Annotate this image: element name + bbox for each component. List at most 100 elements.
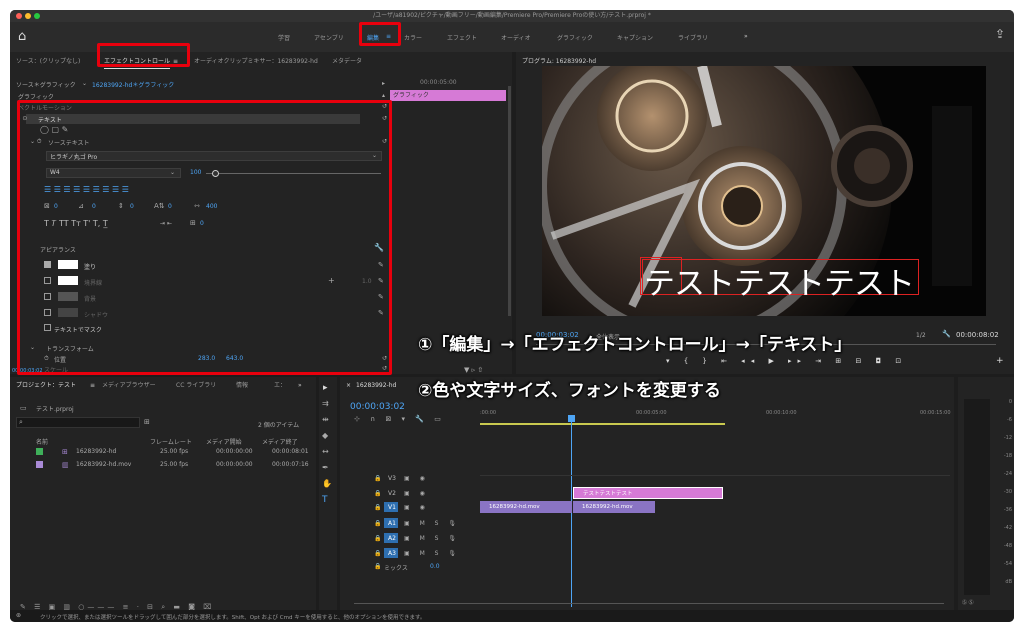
v3-eye-icon[interactable]: ▣ ◉ xyxy=(404,475,429,482)
workspace-audio[interactable]: オーディオ xyxy=(501,33,531,42)
zoom-window-icon[interactable] xyxy=(34,13,40,19)
label-color-swatch[interactable] xyxy=(36,448,43,455)
playhead-handle[interactable] xyxy=(568,415,575,422)
meter-tick-label: -24 xyxy=(1003,471,1012,477)
razor-tool-icon[interactable]: ◆ xyxy=(322,431,328,440)
label-color-swatch[interactable] xyxy=(36,461,43,468)
track-v3[interactable]: V3 xyxy=(388,475,396,482)
track-v1[interactable]: V1 xyxy=(388,504,396,511)
slip-tool-icon[interactable]: ↔ xyxy=(322,447,329,456)
timeline-close-icon[interactable]: × xyxy=(346,379,351,393)
selection-tool-icon[interactable]: ▸ xyxy=(323,383,328,393)
project-item-name[interactable]: 16283992-hd.mov xyxy=(76,461,131,468)
a2-controls[interactable]: ▣ M S 🎙 xyxy=(404,535,460,542)
col-media-end[interactable]: メディア終了 xyxy=(262,437,298,446)
project-search-input[interactable] xyxy=(16,417,140,428)
search-icon: ⌕ xyxy=(19,418,23,426)
workspace-color[interactable]: カラー xyxy=(404,33,422,42)
timeline-tab[interactable]: 16283992-hd xyxy=(356,379,396,393)
v2-eye-icon[interactable]: ▣ ◉ xyxy=(404,490,429,497)
workspace-graphics[interactable]: グラフィック xyxy=(557,33,593,42)
track-a1[interactable]: A1 xyxy=(388,520,396,527)
project-item-name[interactable]: 16283992-hd xyxy=(76,448,116,455)
hand-tool-icon[interactable]: ✋ xyxy=(322,479,332,488)
type-tool-icon[interactable]: T xyxy=(322,495,328,505)
col-framerate[interactable]: フレームレート xyxy=(150,437,192,446)
source-tab[interactable]: ソース：(クリップなし) xyxy=(16,55,80,69)
transport-controls[interactable]: ▾ { } ⇤ ◂◂ ▶ ▸▸ ⇥ ⊞ ⊟ ◘ ⊡ xyxy=(666,357,907,365)
cc-libraries-tab[interactable]: CC ライブラリ xyxy=(176,379,216,393)
source-path[interactable]: ソース＊グラフィック xyxy=(16,80,76,89)
v1-lock-icon[interactable]: 🔒 xyxy=(374,504,381,511)
audio-mixer-tab[interactable]: オーディオクリップミキサー：16283992-hd xyxy=(194,55,318,69)
effects-tab[interactable]: エ： xyxy=(274,379,286,393)
settings-wrench-icon[interactable]: 🔧 xyxy=(942,330,951,338)
annotation-step-2: ②色や文字サイズ、フォントを変更する xyxy=(418,381,721,401)
video-caption-text[interactable]: テストテストテスト xyxy=(644,258,915,303)
graphic-clip-bar[interactable]: グラフィック xyxy=(390,90,506,101)
meter-solo-buttons[interactable]: Ⓢ Ⓢ xyxy=(962,599,974,606)
new-bin-icon[interactable]: ⊞ xyxy=(144,418,150,426)
track-v2[interactable]: V2 xyxy=(388,490,396,497)
timeline-timecode[interactable]: 00:00:03:02 xyxy=(350,402,405,412)
video-clip-v1-b[interactable]: 16283992-hd.mov xyxy=(573,501,655,513)
text-clip-v2[interactable]: テストテストテスト xyxy=(573,487,723,499)
close-window-icon[interactable] xyxy=(16,13,22,19)
meter-tick-label: -6 xyxy=(1007,417,1012,423)
play-only-icon[interactable]: ▸ xyxy=(382,80,385,87)
sequence-path[interactable]: 16283992-hd＊グラフィック xyxy=(92,80,174,89)
project-item-end[interactable]: 00:00:07:16 xyxy=(272,461,309,468)
workspace-libraries[interactable]: ライブラリ xyxy=(678,33,708,42)
project-menu-icon[interactable]: ≡ xyxy=(90,379,95,393)
a1-lock-icon[interactable]: 🔒 xyxy=(374,520,381,527)
source-path-chevron-icon[interactable]: ⌄ xyxy=(82,80,87,87)
status-text: クリックで選択、または選択ツールをドラッグして囲んだ部分を選択します。Shift… xyxy=(40,615,426,621)
v2-lock-icon[interactable]: 🔒 xyxy=(374,490,381,497)
ec-scrollbar[interactable] xyxy=(508,86,511,316)
share-icon[interactable]: ⇪ xyxy=(995,27,1005,41)
more-workspaces-icon[interactable]: » xyxy=(744,33,748,40)
workspace-captions[interactable]: キャプション xyxy=(617,33,653,42)
project-tab[interactable]: プロジェクト：テスト xyxy=(16,379,76,393)
project-item-start[interactable]: 00:00:00:00 xyxy=(216,448,253,455)
graphic-collapse-icon[interactable]: ▴ xyxy=(382,92,385,99)
a1-controls[interactable]: ▣ M S 🎙 xyxy=(404,520,460,527)
a2-lock-icon[interactable]: 🔒 xyxy=(374,535,381,542)
a3-lock-icon[interactable]: 🔒 xyxy=(374,550,381,557)
filter-icon[interactable]: ▼ ▹ ⇧ xyxy=(464,366,483,374)
ripple-edit-tool-icon[interactable]: ⇹ xyxy=(322,415,329,424)
mix-lock-icon[interactable]: 🔒 xyxy=(374,563,381,570)
mix-label: ミックス xyxy=(384,565,408,572)
a3-controls[interactable]: ▣ M S 🎙 xyxy=(404,550,460,557)
metadata-tab[interactable]: メタデータ xyxy=(332,55,362,69)
project-item-start[interactable]: 00:00:00:00 xyxy=(216,461,253,468)
v1-eye-icon[interactable]: ▣ ◉ xyxy=(404,504,429,511)
ruler-label-15: 00:00:15:00 xyxy=(920,410,951,416)
home-icon[interactable]: ⌂ xyxy=(18,29,26,44)
work-area-bar[interactable] xyxy=(480,423,725,425)
resolution-dropdown[interactable]: 1/2 xyxy=(916,332,926,339)
workspace-effects[interactable]: エフェクト xyxy=(447,33,477,42)
workspace-assembly[interactable]: アセンブリ xyxy=(314,33,344,42)
project-item-fps[interactable]: 25.00 fps xyxy=(160,448,188,455)
add-button-icon[interactable]: + xyxy=(996,356,1004,366)
track-select-tool-icon[interactable]: ⇉ xyxy=(322,399,329,408)
project-item-fps[interactable]: 25.00 fps xyxy=(160,461,188,468)
minimize-window-icon[interactable] xyxy=(25,13,31,19)
highlight-text-section xyxy=(17,100,392,375)
track-a2[interactable]: A2 xyxy=(388,535,396,542)
col-name[interactable]: 名前 xyxy=(36,437,48,446)
v3-controls[interactable]: 🔒 xyxy=(374,475,386,482)
video-clip-v1-a[interactable]: 16283992-hd.mov xyxy=(480,501,572,513)
track-a3[interactable]: A3 xyxy=(388,550,396,557)
timeline-tool-icons[interactable]: ⊹ ∩ ⊠ ▾ 🔧 ▭ xyxy=(354,415,445,423)
timeline-zoom-scroll[interactable] xyxy=(354,603,944,604)
workspace-learning[interactable]: 学習 xyxy=(278,33,290,42)
info-tab[interactable]: 情報 xyxy=(236,379,248,393)
media-browser-tab[interactable]: メディアブラウザー xyxy=(102,379,156,393)
more-tabs-icon[interactable]: » xyxy=(298,379,302,393)
mix-value[interactable]: 0.0 xyxy=(430,563,440,570)
col-media-start[interactable]: メディア開始 xyxy=(206,437,242,446)
project-item-end[interactable]: 00:00:08:01 xyxy=(272,448,309,455)
pen-tool-icon[interactable]: ✒ xyxy=(322,463,329,472)
